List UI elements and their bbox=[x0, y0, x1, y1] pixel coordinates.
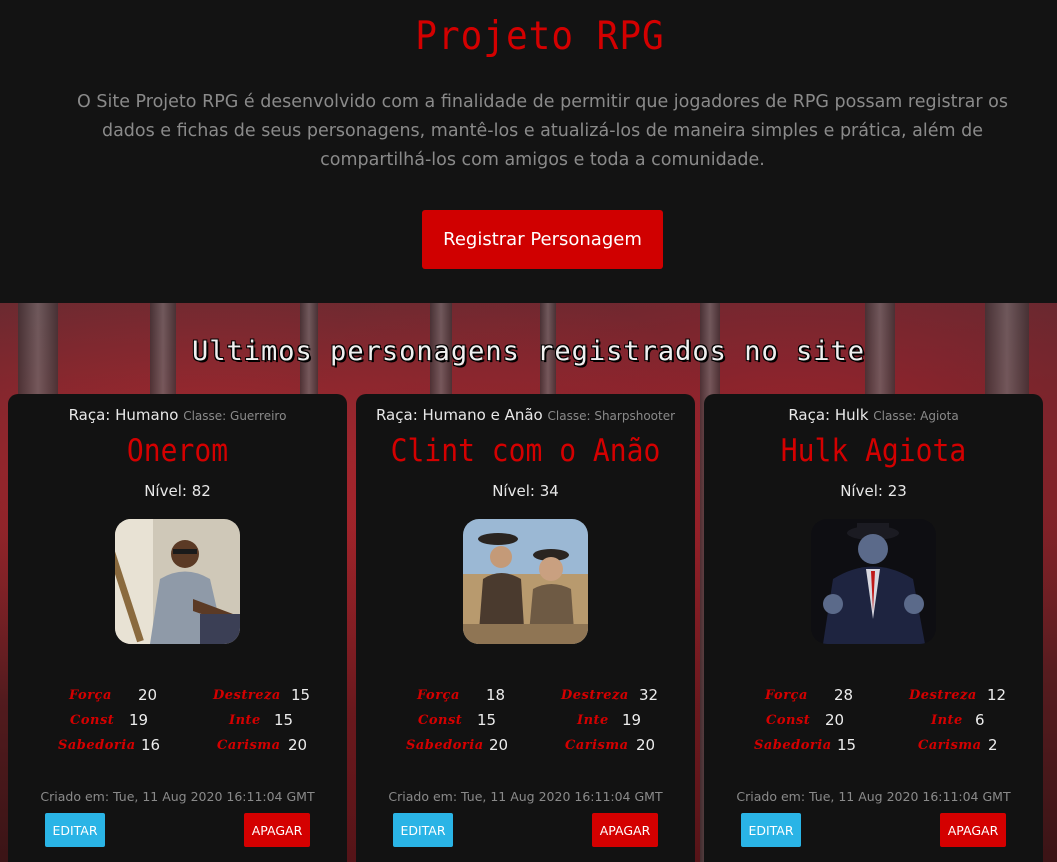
sabedoria-value: 15 bbox=[837, 736, 857, 754]
created-value: Tue, 11 Aug 2020 16:11:04 GMT bbox=[113, 789, 315, 804]
site-title: Projeto RPG bbox=[415, 14, 665, 59]
level-label: Nível: bbox=[840, 482, 883, 500]
created-label: Criado em: bbox=[388, 789, 458, 804]
carisma-value: 20 bbox=[288, 736, 308, 754]
class-label: Classe: bbox=[873, 409, 917, 423]
character-race: Raça: Humano e Anão Classe: Sharpshooter bbox=[356, 406, 695, 424]
edit-button[interactable]: EDITAR bbox=[741, 813, 801, 847]
sabedoria-label: Sabedoria bbox=[406, 738, 484, 753]
character-avatar bbox=[811, 519, 936, 644]
register-character-button[interactable]: Registrar Personagem bbox=[422, 210, 663, 269]
character-stats: Força 20 Destreza 15 Const 19 Inte 15 Sa… bbox=[8, 686, 347, 756]
carisma-label: Carisma bbox=[918, 738, 982, 753]
created-timestamp: Criado em: Tue, 11 Aug 2020 16:11:04 GMT bbox=[8, 789, 347, 804]
sabedoria-label: Sabedoria bbox=[58, 738, 136, 753]
destreza-label: Destreza bbox=[909, 688, 977, 703]
inte-label: Inte bbox=[229, 713, 261, 728]
edit-button[interactable]: EDITAR bbox=[45, 813, 105, 847]
forca-label: Força bbox=[417, 688, 460, 703]
inte-value: 19 bbox=[622, 711, 642, 729]
character-card: Raça: Hulk Classe: Agiota Hulk Agiota Ní… bbox=[704, 394, 1043, 862]
sabedoria-value: 20 bbox=[489, 736, 509, 754]
created-label: Criado em: bbox=[40, 789, 110, 804]
carisma-label: Carisma bbox=[217, 738, 281, 753]
race-label: Raça: bbox=[788, 406, 831, 424]
class-value: Guerreiro bbox=[230, 409, 287, 423]
const-value: 20 bbox=[825, 711, 845, 729]
class-label: Classe: bbox=[183, 409, 227, 423]
character-name: Onerom bbox=[126, 432, 229, 469]
destreza-label: Destreza bbox=[561, 688, 629, 703]
class-value: Agiota bbox=[920, 409, 959, 423]
forca-value: 28 bbox=[834, 686, 854, 704]
character-level: Nível: 34 bbox=[356, 482, 695, 500]
character-level: Nível: 23 bbox=[704, 482, 1043, 500]
character-stats: Força 28 Destreza 12 Const 20 Inte 6 Sab… bbox=[704, 686, 1043, 756]
const-label: Const bbox=[418, 713, 463, 728]
class-label: Classe: bbox=[547, 409, 591, 423]
forca-label: Força bbox=[765, 688, 808, 703]
const-value: 15 bbox=[477, 711, 497, 729]
level-value: 23 bbox=[887, 482, 907, 500]
forca-label: Força bbox=[69, 688, 112, 703]
race-value: Hulk bbox=[834, 406, 869, 424]
latest-characters-heading: Ultimos personagens registrados no site bbox=[192, 336, 865, 367]
character-stats: Força 18 Destreza 32 Const 15 Inte 19 Sa… bbox=[356, 686, 695, 756]
forca-value: 20 bbox=[138, 686, 158, 704]
created-timestamp: Criado em: Tue, 11 Aug 2020 16:11:04 GMT bbox=[356, 789, 695, 804]
inte-label: Inte bbox=[931, 713, 963, 728]
const-value: 19 bbox=[129, 711, 149, 729]
character-card: Raça: Humano Classe: Guerreiro Onerom Ní… bbox=[8, 394, 347, 862]
inte-value: 15 bbox=[274, 711, 294, 729]
destreza-value: 32 bbox=[639, 686, 659, 704]
created-value: Tue, 11 Aug 2020 16:11:04 GMT bbox=[461, 789, 663, 804]
level-value: 82 bbox=[191, 482, 211, 500]
character-race: Raça: Humano Classe: Guerreiro bbox=[8, 406, 347, 424]
inte-value: 6 bbox=[975, 711, 985, 729]
level-label: Nível: bbox=[492, 482, 535, 500]
character-name: Hulk Agiota bbox=[780, 432, 967, 469]
destreza-label: Destreza bbox=[213, 688, 281, 703]
character-card: Raça: Humano e Anão Classe: Sharpshooter… bbox=[356, 394, 695, 862]
race-label: Raça: bbox=[68, 406, 111, 424]
destreza-value: 12 bbox=[987, 686, 1007, 704]
race-value: Humano e Anão bbox=[422, 406, 543, 424]
character-race: Raça: Hulk Classe: Agiota bbox=[704, 406, 1043, 424]
race-label: Raça: bbox=[375, 406, 418, 424]
carisma-value: 20 bbox=[636, 736, 656, 754]
sabedoria-label: Sabedoria bbox=[754, 738, 832, 753]
destreza-value: 15 bbox=[291, 686, 311, 704]
delete-button[interactable]: APAGAR bbox=[592, 813, 658, 847]
site-description: O Site Projeto RPG é desenvolvido com a … bbox=[77, 92, 1008, 170]
character-avatar bbox=[463, 519, 588, 644]
inte-label: Inte bbox=[577, 713, 609, 728]
delete-button[interactable]: APAGAR bbox=[244, 813, 310, 847]
created-label: Criado em: bbox=[736, 789, 806, 804]
hero-section: Projeto RPG O Site Projeto RPG é desenvo… bbox=[0, 0, 1057, 303]
delete-button[interactable]: APAGAR bbox=[940, 813, 1006, 847]
level-label: Nível: bbox=[144, 482, 187, 500]
character-name: Clint com o Anão bbox=[390, 432, 661, 469]
level-value: 34 bbox=[539, 482, 559, 500]
character-avatar bbox=[115, 519, 240, 644]
race-value: Humano bbox=[115, 406, 179, 424]
const-label: Const bbox=[766, 713, 811, 728]
carisma-value: 2 bbox=[988, 736, 998, 754]
sabedoria-value: 16 bbox=[141, 736, 161, 754]
class-value: Sharpshooter bbox=[594, 409, 676, 423]
carisma-label: Carisma bbox=[565, 738, 629, 753]
created-value: Tue, 11 Aug 2020 16:11:04 GMT bbox=[809, 789, 1011, 804]
forca-value: 18 bbox=[486, 686, 506, 704]
const-label: Const bbox=[70, 713, 115, 728]
edit-button[interactable]: EDITAR bbox=[393, 813, 453, 847]
character-level: Nível: 82 bbox=[8, 482, 347, 500]
created-timestamp: Criado em: Tue, 11 Aug 2020 16:11:04 GMT bbox=[704, 789, 1043, 804]
